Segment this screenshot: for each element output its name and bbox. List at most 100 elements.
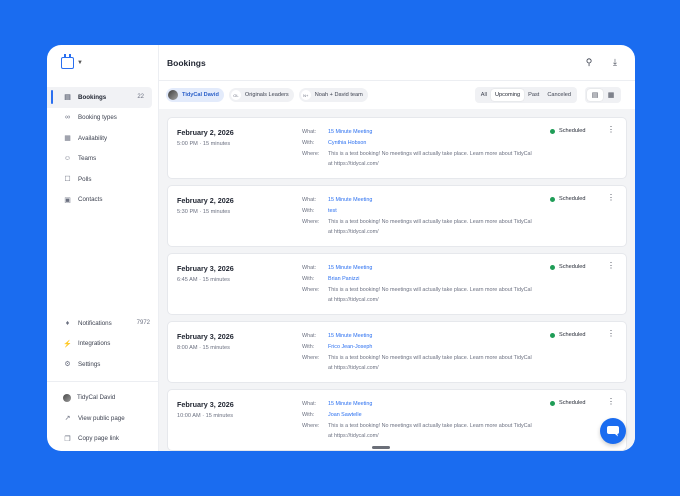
booking-type-link[interactable]: 15 Minute Meeting [328,195,537,206]
booking-type-link[interactable]: 15 Minute Meeting [328,127,537,138]
booking-start-time: 10:00 AM [177,413,201,419]
sidebar-item-bookings[interactable]: ▤ Bookings 22 [47,87,152,108]
status-label: Scheduled [559,332,586,338]
app-window: ▼ ▤ Bookings 22 ∞ Booking types ▦ Availa… [47,45,635,451]
what-label: What: [302,265,317,271]
attendee-link[interactable]: test [328,206,537,217]
status-dot [550,128,555,134]
status-label: Scheduled [559,264,586,270]
status-label: Scheduled [559,128,586,134]
sidebar-item-settings[interactable]: ⚙ Settings [47,354,158,375]
sidebar-item-booking-types[interactable]: ∞ Booking types [47,108,158,129]
status-label: Scheduled [559,400,586,406]
plug-icon: ⚡ [63,340,72,348]
users-icon: ☺ [63,155,72,163]
sidebar-item-integrations[interactable]: ⚡ Integrations [47,334,158,355]
sidebar-item-label: Integrations [78,340,111,348]
bookings-count-badge: 22 [137,94,144,101]
booking-card[interactable]: February 3, 2026 8:00 AM · 15 minutes Wh… [167,321,627,383]
contact-card-icon: ▣ [64,196,71,204]
booking-time: 5:30 PM · 15 minutes [177,209,231,215]
sidebar-bottom: ♦ Notifications 7972 ⚡ Integrations ⚙ Se… [47,313,158,449]
where-label: Where: [302,355,320,361]
sidebar-item-profile[interactable]: TidyCal David [47,388,158,409]
tab-upcoming[interactable]: Upcoming [490,89,525,101]
booking-details: What: 15 Minute Meeting With: Brian Panizz… [302,263,537,305]
sidebar-item-label: Teams [78,155,97,163]
chat-support-button[interactable] [600,418,626,444]
booking-type-link[interactable]: 15 Minute Meeting [328,263,537,274]
calendar-view-icon[interactable]: ▦ [603,89,619,101]
booking-time: 8:00 AM · 15 minutes [177,345,230,351]
sidebar-item-teams[interactable]: ☺ Teams [47,149,158,170]
status-dot [550,400,555,406]
workspace-switcher[interactable]: ▼ [47,54,158,71]
tab-past[interactable]: Past [524,89,543,101]
sidebar-nav: ▤ Bookings 22 ∞ Booking types ▦ Availabi… [47,87,158,210]
calendar-chip-noah-david-team[interactable]: N+ Noah + David team [298,88,368,102]
booking-location: This is a test booking! No meetings will… [328,219,532,235]
search-icon[interactable]: ⚲ [583,57,595,68]
booking-location: This is a test booking! No meetings will… [328,287,532,303]
booking-date: February 2, 2026 [177,196,234,205]
booking-status-tabs: All Upcoming Past Canceled [474,87,577,103]
chat-bubble-icon [607,426,619,437]
more-options-icon[interactable]: ⋮ [607,262,615,270]
booking-card[interactable]: February 2, 2026 5:30 PM · 15 minutes Wh… [167,185,627,247]
booking-time: 5:00 PM · 15 minutes [177,141,231,147]
attendee-link[interactable]: Cynthia Hobson [328,138,537,149]
sidebar-item-contacts[interactable]: ▣ Contacts [47,190,158,211]
copy-icon: ❐ [64,435,71,443]
sidebar-item-label: View public page [78,414,125,422]
sidebar-item-polls[interactable]: ☐ Polls [47,169,158,190]
booking-card[interactable]: February 2, 2026 5:00 PM · 15 minutes Wh… [167,117,627,179]
attendee-link[interactable]: Brian Panizzi [328,274,537,285]
attendee-link[interactable]: Frico Jean-Joseph [328,342,537,353]
calendar-chip-originals-leaders[interactable]: OL Originals Leaders [228,88,294,102]
booking-duration: 15 minutes [202,141,231,147]
booking-time: 6:45 AM · 15 minutes [177,277,230,283]
booking-type-link[interactable]: 15 Minute Meeting [328,399,537,410]
booking-details: What: 15 Minute Meeting With: test Where: T… [302,195,537,237]
status-badge: Scheduled [550,332,585,338]
booking-start-time: 8:00 AM [177,345,198,351]
tab-canceled[interactable]: Canceled [543,89,575,101]
more-options-icon[interactable]: ⋮ [607,194,615,202]
sidebar-item-view-public-page[interactable]: ↗ View public page [47,408,158,429]
calendar-chip-tidycal-david[interactable]: TidyCal David [166,88,224,102]
status-badge: Scheduled [550,264,585,270]
status-badge: Scheduled [550,196,585,202]
view-toggle: ▤ ▦ [585,87,621,103]
booking-card[interactable]: February 3, 2026 10:00 AM · 15 minutes W… [167,389,627,451]
booking-start-time: 5:30 PM [177,209,198,215]
what-label: What: [302,333,317,339]
with-label: With: [302,140,315,146]
sidebar-item-notifications[interactable]: ♦ Notifications 7972 [47,313,158,334]
booking-location: This is a test booking! No meetings will… [328,355,532,371]
booking-date: February 3, 2026 [177,264,234,273]
tab-all[interactable]: All [477,89,491,101]
booking-date: February 3, 2026 [177,332,234,341]
where-label: Where: [302,151,320,157]
sidebar-divider [47,380,158,382]
attendee-link[interactable]: Joan Sawtelle [328,410,537,421]
booking-type-link[interactable]: 15 Minute Meeting [328,331,537,342]
calendar-logo-icon [61,54,74,69]
booking-date: February 2, 2026 [177,128,234,137]
sidebar-item-label: Bookings [78,93,107,101]
status-dot [550,196,555,202]
list-view-icon[interactable]: ▤ [587,89,603,101]
download-icon[interactable]: ⤓ [609,57,621,68]
where-label: Where: [302,423,320,429]
sidebar-item-availability[interactable]: ▦ Availability [47,128,158,149]
booking-location: This is a test booking! No meetings will… [328,423,532,439]
more-options-icon[interactable]: ⋮ [607,398,615,406]
more-options-icon[interactable]: ⋮ [607,330,615,338]
booking-card[interactable]: February 3, 2026 6:45 AM · 15 minutes Wh… [167,253,627,315]
sidebar-item-label: Availability [78,134,108,142]
status-badge: Scheduled [550,128,585,134]
avatar [63,393,71,402]
sidebar-item-copy-page-link[interactable]: ❐ Copy page link [47,429,158,450]
more-options-icon[interactable]: ⋮ [607,126,615,134]
where-label: Where: [302,219,320,225]
